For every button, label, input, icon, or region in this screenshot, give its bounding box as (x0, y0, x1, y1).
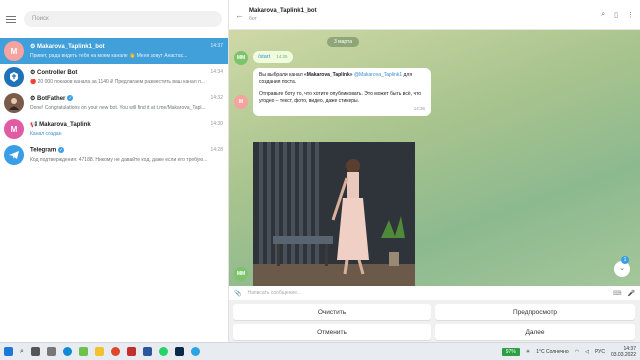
weather-icon: ☀ (525, 348, 531, 355)
user-avatar: MM (234, 51, 248, 65)
whatsapp-icon[interactable] (158, 347, 168, 356)
language-indicator[interactable]: РУС (595, 349, 605, 355)
conversation-subtitle: бот (249, 15, 257, 22)
message-input[interactable]: Написать сообщение... (247, 290, 606, 296)
more-options-icon[interactable]: ⋮ (627, 11, 634, 19)
chat-item-makarova-taplink1-bot[interactable]: M ⚙ Makarova_Taplink1_bot Привет, рада в… (0, 38, 228, 64)
word-icon[interactable] (142, 347, 152, 356)
bot-avatar: M (234, 95, 248, 109)
microphone-icon[interactable]: 🎤 (628, 290, 635, 297)
keyboard-button-cancel[interactable]: Отменить (233, 324, 431, 340)
date-separator: 3 марта (327, 37, 360, 47)
folder-icon[interactable] (94, 347, 104, 356)
widgets-icon[interactable] (46, 347, 56, 356)
chat-list-panel: Поиск M ⚙ Makarova_Taplink1_bot Привет, … (0, 0, 229, 342)
verified-icon: ✓ (67, 95, 74, 102)
chat-time: 14:30 (210, 121, 223, 127)
chat-preview: Канал создан (30, 131, 62, 137)
store-icon[interactable] (78, 347, 88, 356)
bot-icon: ⚙ (30, 96, 38, 102)
chat-time: 14:32 (210, 95, 223, 101)
message-area: 3 марта MM /start 14:35 M Вы выбрали кана… (229, 30, 640, 286)
system-tray: 97% ☀ 1°C Солнечно ◠ ◁ РУС 14:37 03.03.2… (501, 346, 636, 358)
battery-indicator[interactable]: 97% (501, 347, 520, 356)
chat-title: 📢 Makarova_Taplink (30, 122, 91, 128)
chat-item-controller-bot[interactable]: ⚙ Controller Bot 🔴 20 000 показов канала… (0, 64, 228, 90)
keyboard-button-clear[interactable]: Очистить (233, 304, 431, 320)
search-icon[interactable]: ⌕ (601, 11, 605, 19)
search-icon[interactable]: ⌕ (20, 348, 24, 356)
conversation-title[interactable]: Makarova_Taplink1_bot (249, 8, 317, 14)
windows-taskbar: ⌕ 97% ☀ 1°C Солнечно ◠ ◁ РУС 14:37 03.03… (0, 342, 640, 360)
wifi-icon[interactable]: ◠ (575, 349, 579, 355)
conversation-panel: ← Makarova_Taplink1_bot бот ⌕ ▯ ⋮ 3 март… (229, 0, 640, 342)
channel-icon: 📢 (30, 122, 40, 128)
channel-link[interactable]: @Makarova_Taplink1 (354, 72, 402, 78)
keyboard-button-preview[interactable]: Предпросмотр (435, 304, 635, 320)
chat-item-botfather[interactable]: ⚙ BotFather ✓ Done! Congratulations on yo… (0, 90, 228, 116)
opera-icon[interactable] (110, 347, 120, 356)
avatar: M (4, 41, 24, 61)
clock[interactable]: 14:37 03.03.2022 (611, 346, 636, 358)
bot-icon: ⚙ (30, 70, 38, 76)
windows-start-icon[interactable] (4, 347, 13, 356)
chat-time: 14:34 (210, 69, 223, 75)
bot-icon: ⚙ (30, 44, 38, 50)
verified-icon: ✓ (58, 147, 65, 154)
bot-keyboard-icon[interactable]: ⌨ (613, 290, 622, 297)
photoshop-icon[interactable] (174, 347, 184, 356)
message-text: Вы выбрали канал «Makarova_Taplink» @Mak… (259, 72, 413, 85)
user-avatar: MM (234, 267, 248, 281)
botfather-avatar-icon (4, 93, 24, 113)
photo-message[interactable] (253, 142, 415, 286)
message-text: /start (258, 54, 271, 60)
outgoing-message: /start 14:35 (253, 51, 293, 63)
task-view-icon[interactable] (30, 347, 40, 356)
search-input[interactable]: Поиск (24, 11, 222, 27)
avatar: M (4, 119, 24, 139)
incoming-message: Вы выбрали канал «Makarova_Taplink» @Mak… (253, 68, 431, 116)
unread-badge: 1 (621, 256, 629, 264)
chat-item-telegram[interactable]: Telegram ✓ Код подтверждения: 47188. Нико… (0, 142, 228, 168)
chat-title: ⚙ Controller Bot (30, 70, 78, 76)
attach-icon[interactable]: 📎 (234, 290, 241, 297)
chat-preview: Done! Congratulations on your new bot. Y… (30, 105, 206, 111)
chat-item-makarova-taplink[interactable]: M 📢 Makarova_Taplink Канал создан 14:30 (0, 116, 228, 142)
chat-title: ⚙ Makarova_Taplink1_bot (30, 44, 105, 50)
weather-text[interactable]: 1°C Солнечно (536, 349, 569, 355)
conversation-header: ← Makarova_Taplink1_bot бот ⌕ ▯ ⋮ (229, 0, 640, 30)
chat-preview: Привет, рада видеть тебя на моем канале … (30, 53, 188, 59)
chat-title: ⚙ BotFather ✓ (30, 95, 74, 102)
back-arrow-icon[interactable]: ← (235, 10, 249, 20)
edge-icon[interactable] (62, 347, 72, 356)
sidebar-topbar: Поиск (0, 0, 228, 38)
controller-bot-avatar-icon (4, 67, 24, 87)
telegram-icon[interactable] (190, 347, 200, 356)
menu-icon[interactable] (6, 15, 18, 24)
message-text-2: Отправьте боту то, что хотите опубликова… (259, 91, 422, 104)
photo-image (253, 142, 415, 286)
app-icon[interactable] (126, 347, 136, 356)
sidebar-toggle-icon[interactable]: ▯ (614, 11, 618, 19)
composer: 📎 Написать сообщение... ⌨ 🎤 (229, 286, 640, 300)
chat-time: 14:28 (210, 147, 223, 153)
message-time: 14:35 (276, 54, 288, 59)
volume-icon[interactable]: ◁ (585, 349, 589, 355)
chat-preview: 🔴 20 000 показов канала за 1140 ₽ Предла… (30, 79, 205, 85)
keyboard-button-next[interactable]: Далее (435, 324, 635, 340)
bot-keyboard: Очистить Предпросмотр Отменить Далее (229, 300, 640, 342)
telegram-logo-icon (4, 145, 24, 165)
message-time: 14:36 (413, 106, 425, 111)
chat-title: Telegram ✓ (30, 147, 65, 154)
chat-time: 14:37 (210, 43, 223, 49)
chat-preview: Код подтверждения: 47188. Никому не дава… (30, 156, 208, 163)
